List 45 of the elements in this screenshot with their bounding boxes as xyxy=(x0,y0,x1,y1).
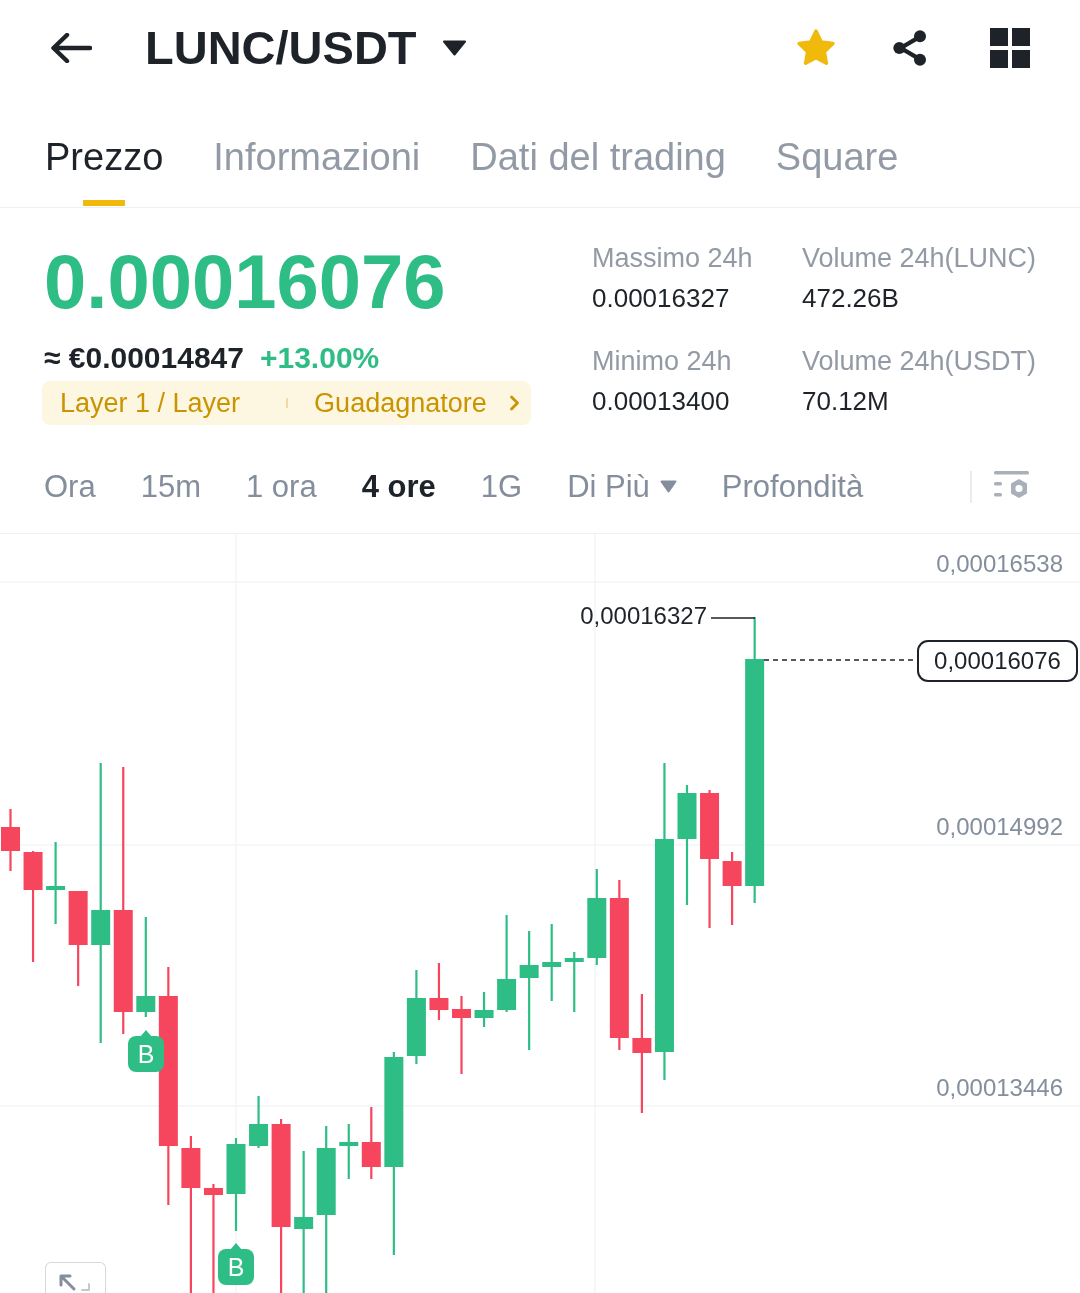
grid-icon[interactable] xyxy=(990,28,1030,68)
leader-line xyxy=(710,617,756,619)
section-tab[interactable]: Dati del trading xyxy=(470,96,726,207)
interval-tab[interactable]: Di Più xyxy=(567,466,677,507)
stat-label: Volume 24h(LUNC) xyxy=(802,242,1037,275)
pair-title[interactable]: LUNC/USDT xyxy=(145,20,417,76)
last-price: 0.00016076 xyxy=(44,242,446,322)
price-change: +13.00% xyxy=(260,340,380,376)
stat-label: Minimo 24h xyxy=(592,345,732,378)
section-tab[interactable]: Informazioni xyxy=(213,96,421,207)
rising-candle xyxy=(564,952,584,1012)
interval-tab[interactable]: 1 ora xyxy=(246,466,317,507)
last-price-label: 0,00016076 xyxy=(917,640,1078,682)
back-arrow-icon[interactable] xyxy=(50,33,92,63)
price-axis-label: 0,00016538 xyxy=(936,550,1063,577)
stat-value: 0.00016327 xyxy=(592,282,730,315)
section-tab[interactable]: Square xyxy=(775,96,899,207)
fiat-price: ≈ €0.00014847 xyxy=(44,340,244,376)
interval-tab[interactable]: 4 ore xyxy=(361,466,436,507)
price-axis-label: 0,00013446 xyxy=(936,1074,1063,1101)
interval-tab[interactable]: Ora xyxy=(44,466,96,507)
caret-icon xyxy=(659,480,677,493)
falling-candle xyxy=(429,963,449,1020)
falling-candle xyxy=(361,1107,381,1179)
star-icon[interactable] xyxy=(795,28,837,68)
category-tag[interactable]: Layer 1 / Layer xyxy=(60,386,241,420)
rising-candle xyxy=(249,1096,269,1148)
caret-icon[interactable] xyxy=(441,40,467,56)
interval-tab[interactable]: 1G xyxy=(480,466,523,507)
rising-candle xyxy=(474,992,494,1027)
price-axis-label: 0,00014992 xyxy=(936,813,1063,840)
stat-value: 0.00013400 xyxy=(592,385,730,418)
high-price-label: 0,00016327 xyxy=(580,602,707,629)
interval-tab[interactable]: Profondità xyxy=(721,466,864,507)
interval-tab[interactable]: 15m xyxy=(140,466,201,507)
expand-button[interactable] xyxy=(45,1262,106,1293)
stat-label: Massimo 24h xyxy=(592,242,753,275)
stat-value: 70.12M xyxy=(802,385,889,418)
stat-label: Volume 24h(USDT) xyxy=(802,345,1037,378)
diagonal-arrow-icon xyxy=(58,1274,92,1293)
category-tag[interactable]: Guadagnatore xyxy=(314,386,487,420)
rising-candle xyxy=(339,1124,359,1179)
falling-candle xyxy=(1,809,20,871)
section-tab[interactable]: Prezzo xyxy=(45,96,164,207)
stat-value: 472.26B xyxy=(802,282,899,315)
